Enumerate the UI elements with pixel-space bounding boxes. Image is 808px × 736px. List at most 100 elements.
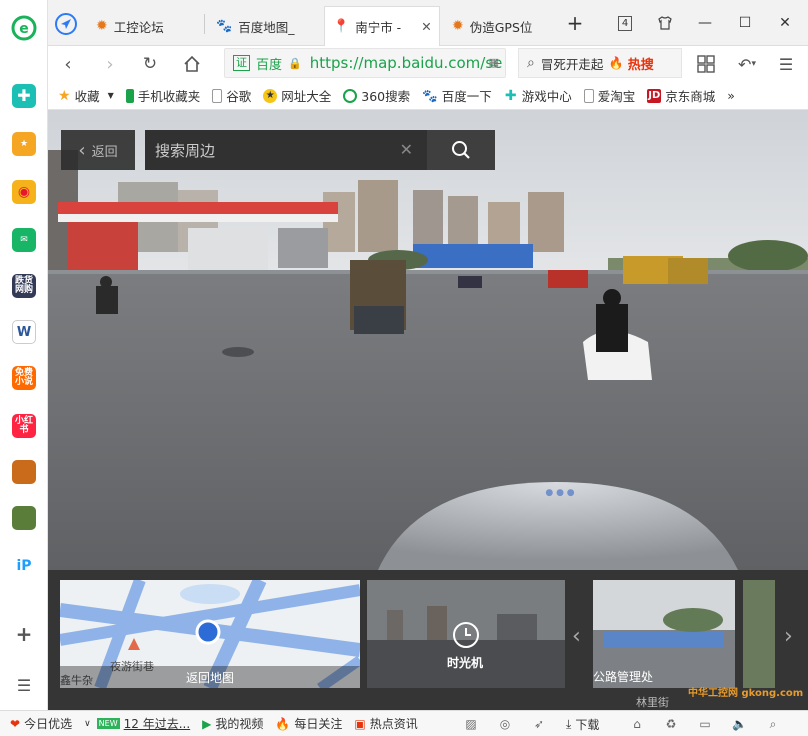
status-daily-pick[interactable]: ❤ 今日优选 <box>10 715 72 732</box>
bookmarks-more-icon[interactable]: » <box>727 88 735 103</box>
forward-arrow-icon[interactable]: › <box>98 52 122 76</box>
ip-app-icon[interactable]: iP <box>12 554 36 578</box>
address-bar[interactable]: 证 百度 🔒 https://map.baidu.com/se ▦ <box>224 48 506 78</box>
hot-search-text: 冒死开走起 <box>540 56 603 72</box>
undo-close-icon[interactable]: ↶ ▾ <box>732 52 762 76</box>
bookmark-baidu[interactable]: 🐾 百度一下 <box>422 86 492 105</box>
navigation-compass-icon[interactable] <box>54 12 78 36</box>
bookmark-mobile[interactable]: 手机收藏夹 <box>125 86 200 105</box>
next-thumb[interactable] <box>743 580 775 688</box>
baidu-paw-icon: 🐾 <box>422 87 438 103</box>
tab-3[interactable]: ✹ 伪造GPS位 <box>444 6 560 46</box>
chevron-down-icon[interactable]: ∨ <box>84 719 91 729</box>
star-icon: ★ <box>58 87 71 104</box>
time-machine-thumb[interactable]: 时光机 <box>367 580 565 688</box>
hot-search-label[interactable]: 热搜 <box>628 54 654 73</box>
incognito-icon[interactable]: ⌂ <box>630 717 644 731</box>
page-icon <box>583 88 594 103</box>
site-nav-icon: ★ <box>263 88 278 103</box>
close-window-icon[interactable]: ✕ <box>774 12 796 34</box>
status-news-ticker[interactable]: ∨ NEW 12 年过去... <box>84 715 190 732</box>
bookmark-360[interactable]: 360搜索 <box>343 86 410 105</box>
fire-icon: 🔥 <box>608 56 624 70</box>
bookmark-jd[interactable]: JD 京东商城 <box>647 86 715 105</box>
zoom-search-icon[interactable]: ⌕ <box>766 717 780 731</box>
street-panorama-image[interactable]: ● ● ● <box>48 110 808 570</box>
page-grid-icon[interactable]: ▦ <box>489 56 499 69</box>
game1-app-icon[interactable] <box>12 460 36 484</box>
close-tab-icon[interactable]: ✕ <box>421 19 431 34</box>
status-my-video[interactable]: ▶ 我的视频 <box>202 715 263 732</box>
video-icon: ▶ <box>202 716 212 731</box>
tab-2-active[interactable]: 📍 南宁市 - ✕ <box>324 6 440 46</box>
mail-app-icon[interactable]: ✉ <box>12 228 36 252</box>
add-app-icon[interactable]: + <box>12 622 36 646</box>
shop-app-icon[interactable]: 小红书 <box>12 414 36 438</box>
clock-icon <box>453 622 479 648</box>
chevron-right-icon[interactable]: › <box>784 624 793 649</box>
status-bar: ❤ 今日优选 ∨ NEW 12 年过去... ▶ 我的视频 🔥 每日关注 ▣ 热… <box>0 710 808 736</box>
bookmark-favorites[interactable]: ★ 收藏 ▼ <box>58 86 114 105</box>
url-text[interactable]: https://map.baidu.com/se <box>310 54 503 72</box>
refresh-icon[interactable]: ↻ <box>138 52 162 76</box>
search-button[interactable] <box>427 130 495 170</box>
return-to-map-thumb[interactable]: 夜游街巷 鑫牛杂 返回地图 <box>60 580 360 688</box>
skin-shirt-icon[interactable] <box>654 12 676 34</box>
bookmark-games[interactable]: ✚ 游戏中心 <box>504 86 572 105</box>
plus-app-icon[interactable]: ✚ <box>12 84 36 108</box>
word-app-icon[interactable]: W <box>12 320 36 344</box>
game2-app-icon[interactable] <box>12 506 36 530</box>
novel-app-icon[interactable]: 免费小说 <box>12 366 36 390</box>
baidu-paw-favicon-icon: 🐾 <box>216 18 233 34</box>
heart-icon: ❤ <box>10 716 21 731</box>
maximize-icon[interactable]: ☐ <box>734 12 756 34</box>
back-button[interactable]: ‹ 返回 <box>61 130 135 170</box>
tab-title: 伪造GPS位 <box>469 19 533 35</box>
gear-favicon-icon: ✹ <box>96 18 108 34</box>
street-view-panorama[interactable]: ● ● ● ‹ 返回 搜索周边 ✕ 夜游街巷 鑫牛杂 返回地图 时光机 ‹ 公路… <box>48 110 808 710</box>
thumb-label: 时光机 <box>447 656 484 670</box>
bookmark-site-nav[interactable]: ★ 网址大全 <box>263 86 331 105</box>
news-icon: ▣ <box>354 716 366 731</box>
tab-0[interactable]: ✹ 工控论坛 <box>88 6 204 46</box>
bookmark-google[interactable]: 谷歌 <box>212 86 251 105</box>
new-tab-icon[interactable]: + <box>564 11 586 35</box>
chevron-left-icon[interactable]: ‹ <box>572 624 581 649</box>
chevron-down-icon[interactable]: ▼ <box>108 91 114 100</box>
volume-icon[interactable]: 🔈 <box>732 717 747 731</box>
road-admin-thumb[interactable]: 公路管理处 <box>593 580 735 688</box>
tab-bar: ✹ 工控论坛 🐾 百度地图_ 📍 南宁市 - ✕ ✹ 伪造GPS位 + 4 — … <box>48 0 808 46</box>
svg-text:e: e <box>19 21 29 37</box>
bookmark-aitaobao[interactable]: 爱淘宝 <box>583 86 635 105</box>
certificate-site: 百度 <box>256 57 283 73</box>
home-icon[interactable] <box>180 52 204 76</box>
window-icon[interactable]: ▭ <box>698 717 712 731</box>
thumbnail-strip: 夜游街巷 鑫牛杂 返回地图 时光机 ‹ 公路管理处 › 林里街 中华工控网 gk… <box>48 570 808 710</box>
clear-icon[interactable]: ✕ <box>400 140 413 159</box>
favorites-app-icon[interactable]: ★ <box>12 132 36 156</box>
tab-1[interactable]: 🐾 百度地图_ <box>208 6 324 46</box>
status-hot-news[interactable]: ▣ 热点资讯 <box>354 715 417 732</box>
menu-list-icon[interactable]: ☰ <box>12 674 36 698</box>
browser-logo-icon[interactable]: e <box>10 14 38 42</box>
cleanup-icon[interactable]: ♻ <box>664 717 678 731</box>
new-badge: NEW <box>96 718 120 729</box>
download-button[interactable]: ⤓ 下载 <box>566 716 599 733</box>
status-daily-follow[interactable]: 🔥 每日关注 <box>275 715 342 732</box>
speed-icon[interactable]: ◎ <box>498 717 512 731</box>
svg-text:● ● ●: ● ● ● <box>545 488 574 498</box>
tab-count-icon[interactable]: 4 <box>614 12 636 34</box>
image-icon[interactable]: ▨ <box>464 717 478 731</box>
back-arrow-icon[interactable]: ‹ <box>56 52 80 76</box>
certificate-badge[interactable]: 证 <box>233 55 250 71</box>
street-search-panel: ‹ 返回 搜索周边 ✕ <box>61 130 495 170</box>
rocket-icon[interactable]: ➶ <box>532 717 546 731</box>
app-sidebar: e ✚ ★ ◉ ✉ 跌货网购 W 免费小说小红书 iP + ☰ <box>0 0 48 710</box>
nearby-search-input[interactable]: 搜索周边 ✕ <box>145 130 427 170</box>
hot-search-box[interactable]: ⌕ 冒死开走起 🔥 热搜 <box>518 48 682 78</box>
news-app-icon[interactable]: 跌货网购 <box>12 274 36 298</box>
weibo-app-icon[interactable]: ◉ <box>12 180 36 204</box>
minimize-icon[interactable]: — <box>694 12 716 34</box>
main-menu-icon[interactable]: ☰ <box>774 52 798 76</box>
apps-grid-icon[interactable] <box>694 52 718 76</box>
